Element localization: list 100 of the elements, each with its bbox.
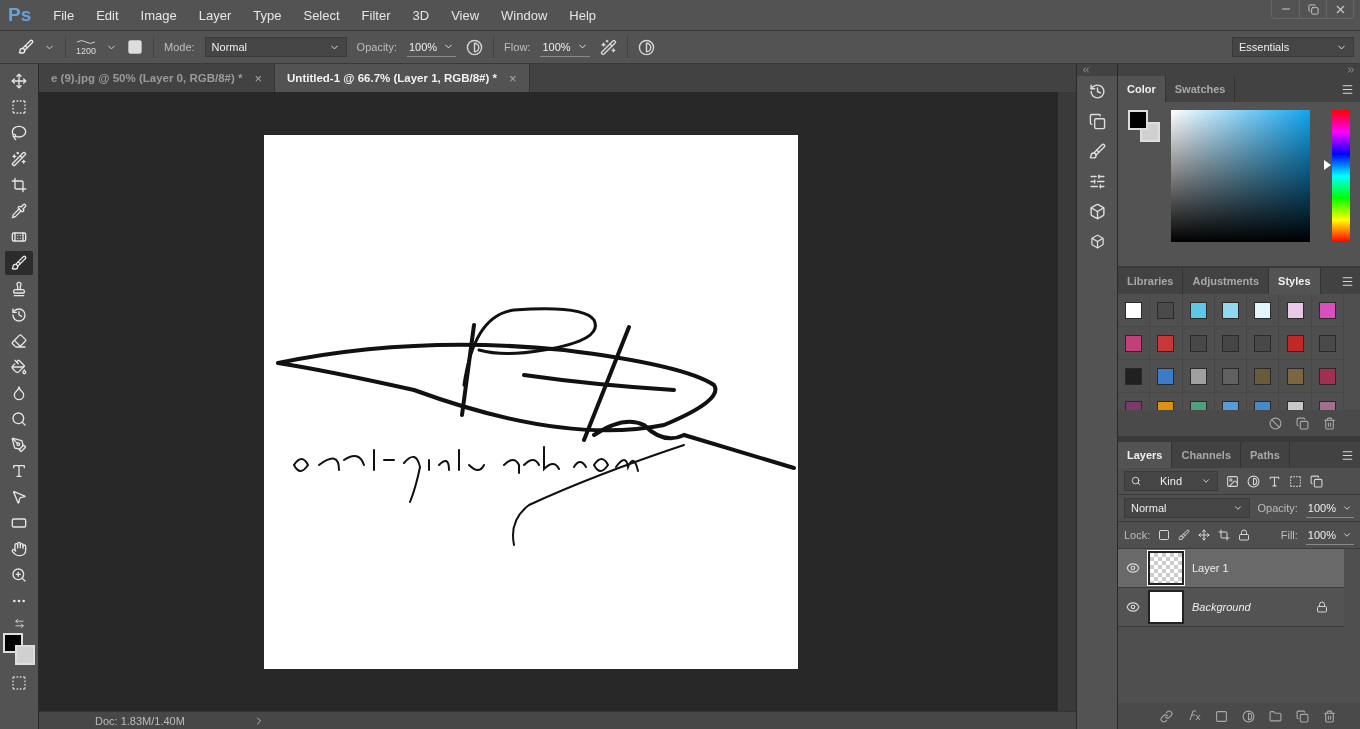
opacity-field[interactable]: 100% xyxy=(406,37,457,57)
pages-icon[interactable] xyxy=(1088,112,1106,130)
menu-icon[interactable] xyxy=(1341,448,1354,462)
menu-item[interactable]: View xyxy=(451,7,480,23)
menu-item[interactable]: Edit xyxy=(96,7,119,23)
menu-item[interactable]: Layer xyxy=(198,7,232,23)
folder-icon[interactable] xyxy=(1269,709,1282,723)
eye-icon[interactable] xyxy=(1126,600,1140,614)
menu-icon[interactable] xyxy=(1341,274,1354,288)
adjustment-filter-icon[interactable] xyxy=(1247,474,1260,488)
search-icon xyxy=(1131,476,1141,486)
style-swatch[interactable] xyxy=(1157,334,1175,352)
lock-label: Lock: xyxy=(1124,529,1151,541)
blend-mode-dropdown[interactable]: Normal xyxy=(1124,498,1250,518)
style-swatch[interactable] xyxy=(1189,334,1207,352)
layer-thumbnail xyxy=(1148,590,1184,624)
style-swatch[interactable] xyxy=(1286,334,1304,352)
brush-icon[interactable] xyxy=(1088,142,1106,160)
scrollbar-track[interactable] xyxy=(1058,92,1076,711)
pen-icon xyxy=(11,437,27,453)
hue-thumb[interactable] xyxy=(1323,160,1331,171)
style-swatch[interactable] xyxy=(1157,301,1175,319)
lock-brush-icon[interactable] xyxy=(1178,529,1191,541)
style-swatch[interactable] xyxy=(1286,301,1304,319)
menu-item[interactable]: Help xyxy=(569,7,597,23)
menu-icon[interactable] xyxy=(1341,82,1354,96)
color-chips[interactable] xyxy=(1128,110,1159,144)
panel-tab[interactable]: Layers xyxy=(1118,442,1173,468)
menu-item[interactable]: Filter xyxy=(361,7,391,23)
tab-close[interactable]: × xyxy=(509,70,517,86)
link-icon[interactable] xyxy=(1160,709,1173,723)
move-icon xyxy=(11,73,27,89)
new-layer-icon[interactable] xyxy=(1296,709,1309,723)
quick-mask-icon[interactable] xyxy=(11,675,27,691)
style-swatch[interactable] xyxy=(1189,301,1207,319)
style-swatch[interactable] xyxy=(1254,301,1272,319)
adjustment-icon[interactable] xyxy=(1242,709,1255,723)
style-swatch[interactable] xyxy=(1254,334,1272,352)
style-swatch[interactable] xyxy=(1189,367,1207,385)
type-filter-icon[interactable] xyxy=(1268,474,1281,488)
lock-all-icon[interactable] xyxy=(1238,529,1251,541)
history-icon[interactable] xyxy=(1088,82,1106,100)
image-filter-icon[interactable] xyxy=(1226,474,1239,488)
workspace-dropdown[interactable]: Essentials xyxy=(1232,37,1354,57)
mode-label: Mode: xyxy=(164,41,195,53)
clear-style-icon[interactable] xyxy=(1269,416,1282,430)
tool-button[interactable] xyxy=(5,251,33,275)
style-swatch[interactable] xyxy=(1222,301,1239,319)
hue-slider[interactable] xyxy=(1323,110,1350,242)
style-swatch[interactable] xyxy=(1125,334,1143,352)
style-swatch[interactable] xyxy=(1125,301,1143,319)
zoom-icon xyxy=(11,567,27,583)
style-swatch[interactable] xyxy=(1222,334,1239,352)
chevron-down-icon xyxy=(1201,476,1211,486)
smart-object-filter-icon[interactable] xyxy=(1310,474,1323,488)
menu-item[interactable]: Image xyxy=(140,7,177,23)
style-swatch[interactable] xyxy=(1254,367,1272,385)
layer-row[interactable]: Background xyxy=(1118,588,1344,627)
document-tab[interactable]: Untitled-1 @ 66.7% (Layer 1, RGB/8#) * × xyxy=(275,64,530,92)
lock-icon[interactable] xyxy=(1316,601,1328,613)
style-swatch[interactable] xyxy=(1125,367,1143,385)
style-swatch[interactable] xyxy=(1286,367,1304,385)
layer-opacity-field[interactable]: 100% xyxy=(1305,498,1354,518)
lock-artboard-icon[interactable] xyxy=(1218,529,1231,541)
menu-item[interactable]: Select xyxy=(303,7,340,23)
style-swatch[interactable] xyxy=(1318,367,1336,385)
layer-row[interactable]: Layer 1 xyxy=(1118,549,1344,588)
panel-tab[interactable]: Styles xyxy=(1269,268,1321,294)
mode-dropdown[interactable]: Normal xyxy=(204,37,347,57)
menu-item[interactable]: Type xyxy=(253,7,282,23)
flow-field[interactable]: 100% xyxy=(540,37,590,57)
color-field[interactable] xyxy=(1171,110,1310,242)
layer-name: Layer 1 xyxy=(1192,562,1230,574)
shape-filter-icon[interactable] xyxy=(1289,474,1302,488)
color-chips[interactable] xyxy=(3,633,35,667)
style-swatch[interactable] xyxy=(1157,367,1175,385)
lock-pixels-icon[interactable] xyxy=(1158,529,1171,541)
menu-item[interactable]: File xyxy=(53,7,75,23)
menu-item[interactable]: 3D xyxy=(412,7,430,23)
style-swatch[interactable] xyxy=(1318,334,1336,352)
trash-icon[interactable] xyxy=(1323,416,1336,430)
fill-field[interactable]: 100% xyxy=(1305,525,1354,545)
menu-item[interactable]: Window xyxy=(501,7,548,23)
new-style-icon[interactable] xyxy=(1296,416,1309,430)
lock-position-icon[interactable] xyxy=(1198,529,1211,541)
style-swatch[interactable] xyxy=(1222,367,1239,385)
brush-icon[interactable] xyxy=(18,39,34,55)
filter-dropdown[interactable]: Kind xyxy=(1124,471,1218,491)
tab-close[interactable]: × xyxy=(254,70,263,86)
dashed-rectangle-icon xyxy=(11,99,27,115)
sliders-icon[interactable] xyxy=(1088,172,1106,190)
swap-colors-icon[interactable] xyxy=(13,618,25,629)
cube-icon[interactable] xyxy=(1089,233,1105,249)
mask-icon[interactable] xyxy=(1215,709,1228,723)
cube-icon[interactable] xyxy=(1088,202,1106,220)
style-swatch[interactable] xyxy=(1318,301,1336,319)
wand-icon xyxy=(11,151,27,167)
panel-tab[interactable]: Color xyxy=(1118,76,1166,102)
trash-icon[interactable] xyxy=(1323,709,1336,723)
eye-icon[interactable] xyxy=(1126,561,1140,575)
